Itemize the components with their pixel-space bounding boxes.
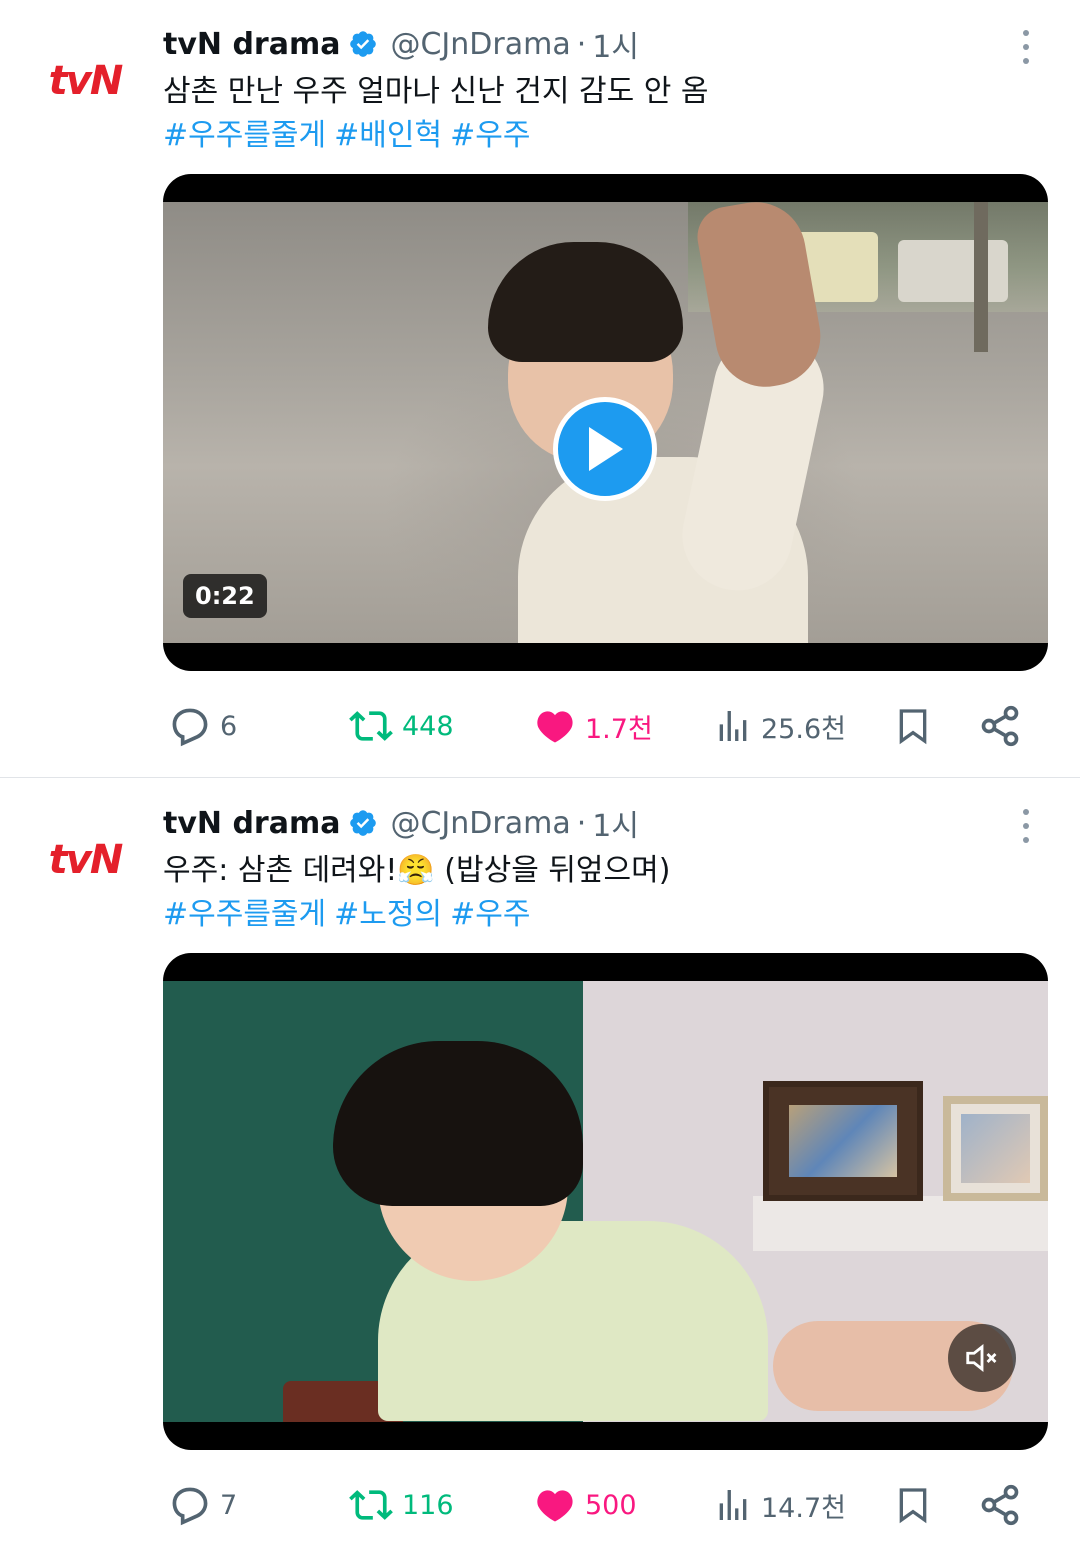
heart-icon [537, 1490, 573, 1522]
display-name[interactable]: tvN drama [163, 806, 340, 841]
heart-icon [537, 711, 573, 743]
more-options-icon[interactable] [1014, 30, 1038, 64]
video-frame [163, 981, 1048, 1422]
retweet-count: 448 [402, 710, 454, 742]
like-button[interactable]: 500 [533, 1477, 637, 1533]
tweet-text: 우주: 삼촌 데려와!😤 (밥상을 뒤엎으며) [163, 853, 671, 888]
share-button[interactable] [978, 698, 1022, 754]
user-handle[interactable]: @CJnDrama [390, 27, 570, 62]
video-player[interactable] [163, 953, 1048, 1450]
video-player[interactable]: 0:22 [163, 174, 1048, 671]
reply-count: 7 [220, 1489, 238, 1521]
retweet-icon [349, 711, 393, 741]
share-icon [981, 1484, 1019, 1526]
hashtag-link[interactable]: #배인혁 [334, 118, 442, 153]
timestamp[interactable]: 1시 [592, 801, 639, 845]
speaker-muted-icon [966, 1343, 997, 1373]
hashtag-link[interactable]: #우주를줄게 [163, 118, 326, 153]
views-button[interactable]: 25.6천 [713, 698, 846, 754]
share-icon [981, 705, 1019, 747]
user-handle[interactable]: @CJnDrama [390, 806, 570, 841]
tweet-header: tvN drama @CJnDrama · 1시 [163, 22, 639, 66]
hashtags: #우주를줄게 #노정의 #우주 [163, 893, 538, 937]
tvn-logo: tvN [48, 837, 124, 883]
bookmark-icon [899, 1488, 927, 1524]
tweet[interactable]: tvN tvN drama @CJnDrama · 1시 삼촌 만난 우주 얼마… [0, 0, 1080, 778]
views-button[interactable]: 14.7천 [713, 1477, 846, 1533]
play-button[interactable] [553, 397, 657, 501]
timestamp[interactable]: 1시 [592, 22, 639, 66]
hashtag-link[interactable]: #우주를줄게 [163, 897, 326, 932]
like-count: 1.7천 [585, 713, 653, 745]
video-duration: 0:22 [183, 574, 267, 618]
views-icon [719, 1490, 747, 1520]
hashtag-link[interactable]: #노정의 [334, 897, 442, 932]
hashtag-link[interactable]: #우주 [450, 897, 530, 932]
tweet-header: tvN drama @CJnDrama · 1시 [163, 801, 639, 845]
tweet-actions: 6 448 1.7천 25.6천 [163, 698, 1048, 754]
avatar[interactable]: tvN [40, 835, 130, 885]
retweet-icon [349, 1490, 393, 1520]
like-count: 500 [585, 1489, 637, 1521]
bookmark-icon [899, 709, 927, 745]
video-frame: 0:22 [163, 202, 1048, 643]
reply-icon [172, 708, 208, 747]
tweet-actions: 7 116 500 14.7천 [163, 1477, 1048, 1533]
view-count: 25.6천 [761, 713, 846, 745]
views-icon [719, 711, 747, 741]
retweet-count: 116 [402, 1489, 454, 1521]
reply-button[interactable]: 7 [168, 1477, 237, 1533]
play-icon [589, 427, 623, 471]
tweet-text: 삼촌 만난 우주 얼마나 신난 건지 감도 안 옴 [163, 74, 709, 109]
like-button[interactable]: 1.7천 [533, 698, 653, 754]
unmute-button[interactable] [948, 1324, 1016, 1392]
avatar[interactable]: tvN [40, 56, 130, 106]
reply-button[interactable]: 6 [168, 698, 237, 754]
hashtag-link[interactable]: #우주 [450, 118, 530, 153]
verified-badge-icon [350, 810, 377, 836]
view-count: 14.7천 [761, 1492, 846, 1524]
separator-dot: · [576, 26, 587, 62]
hashtags: #우주를줄게 #배인혁 #우주 [163, 114, 538, 158]
retweet-button[interactable]: 116 [348, 1477, 454, 1533]
more-options-icon[interactable] [1014, 809, 1038, 843]
tweet[interactable]: tvN tvN drama @CJnDrama · 1시 우주: 삼촌 데려와!… [0, 779, 1080, 1555]
verified-badge-icon [350, 31, 377, 57]
display-name[interactable]: tvN drama [163, 27, 340, 62]
retweet-button[interactable]: 448 [348, 698, 454, 754]
reply-icon [172, 1487, 208, 1526]
bookmark-button[interactable] [893, 698, 933, 754]
share-button[interactable] [978, 1477, 1022, 1533]
separator-dot: · [576, 805, 587, 841]
tvn-logo: tvN [48, 58, 124, 104]
bookmark-button[interactable] [893, 1477, 933, 1533]
reply-count: 6 [220, 710, 238, 742]
